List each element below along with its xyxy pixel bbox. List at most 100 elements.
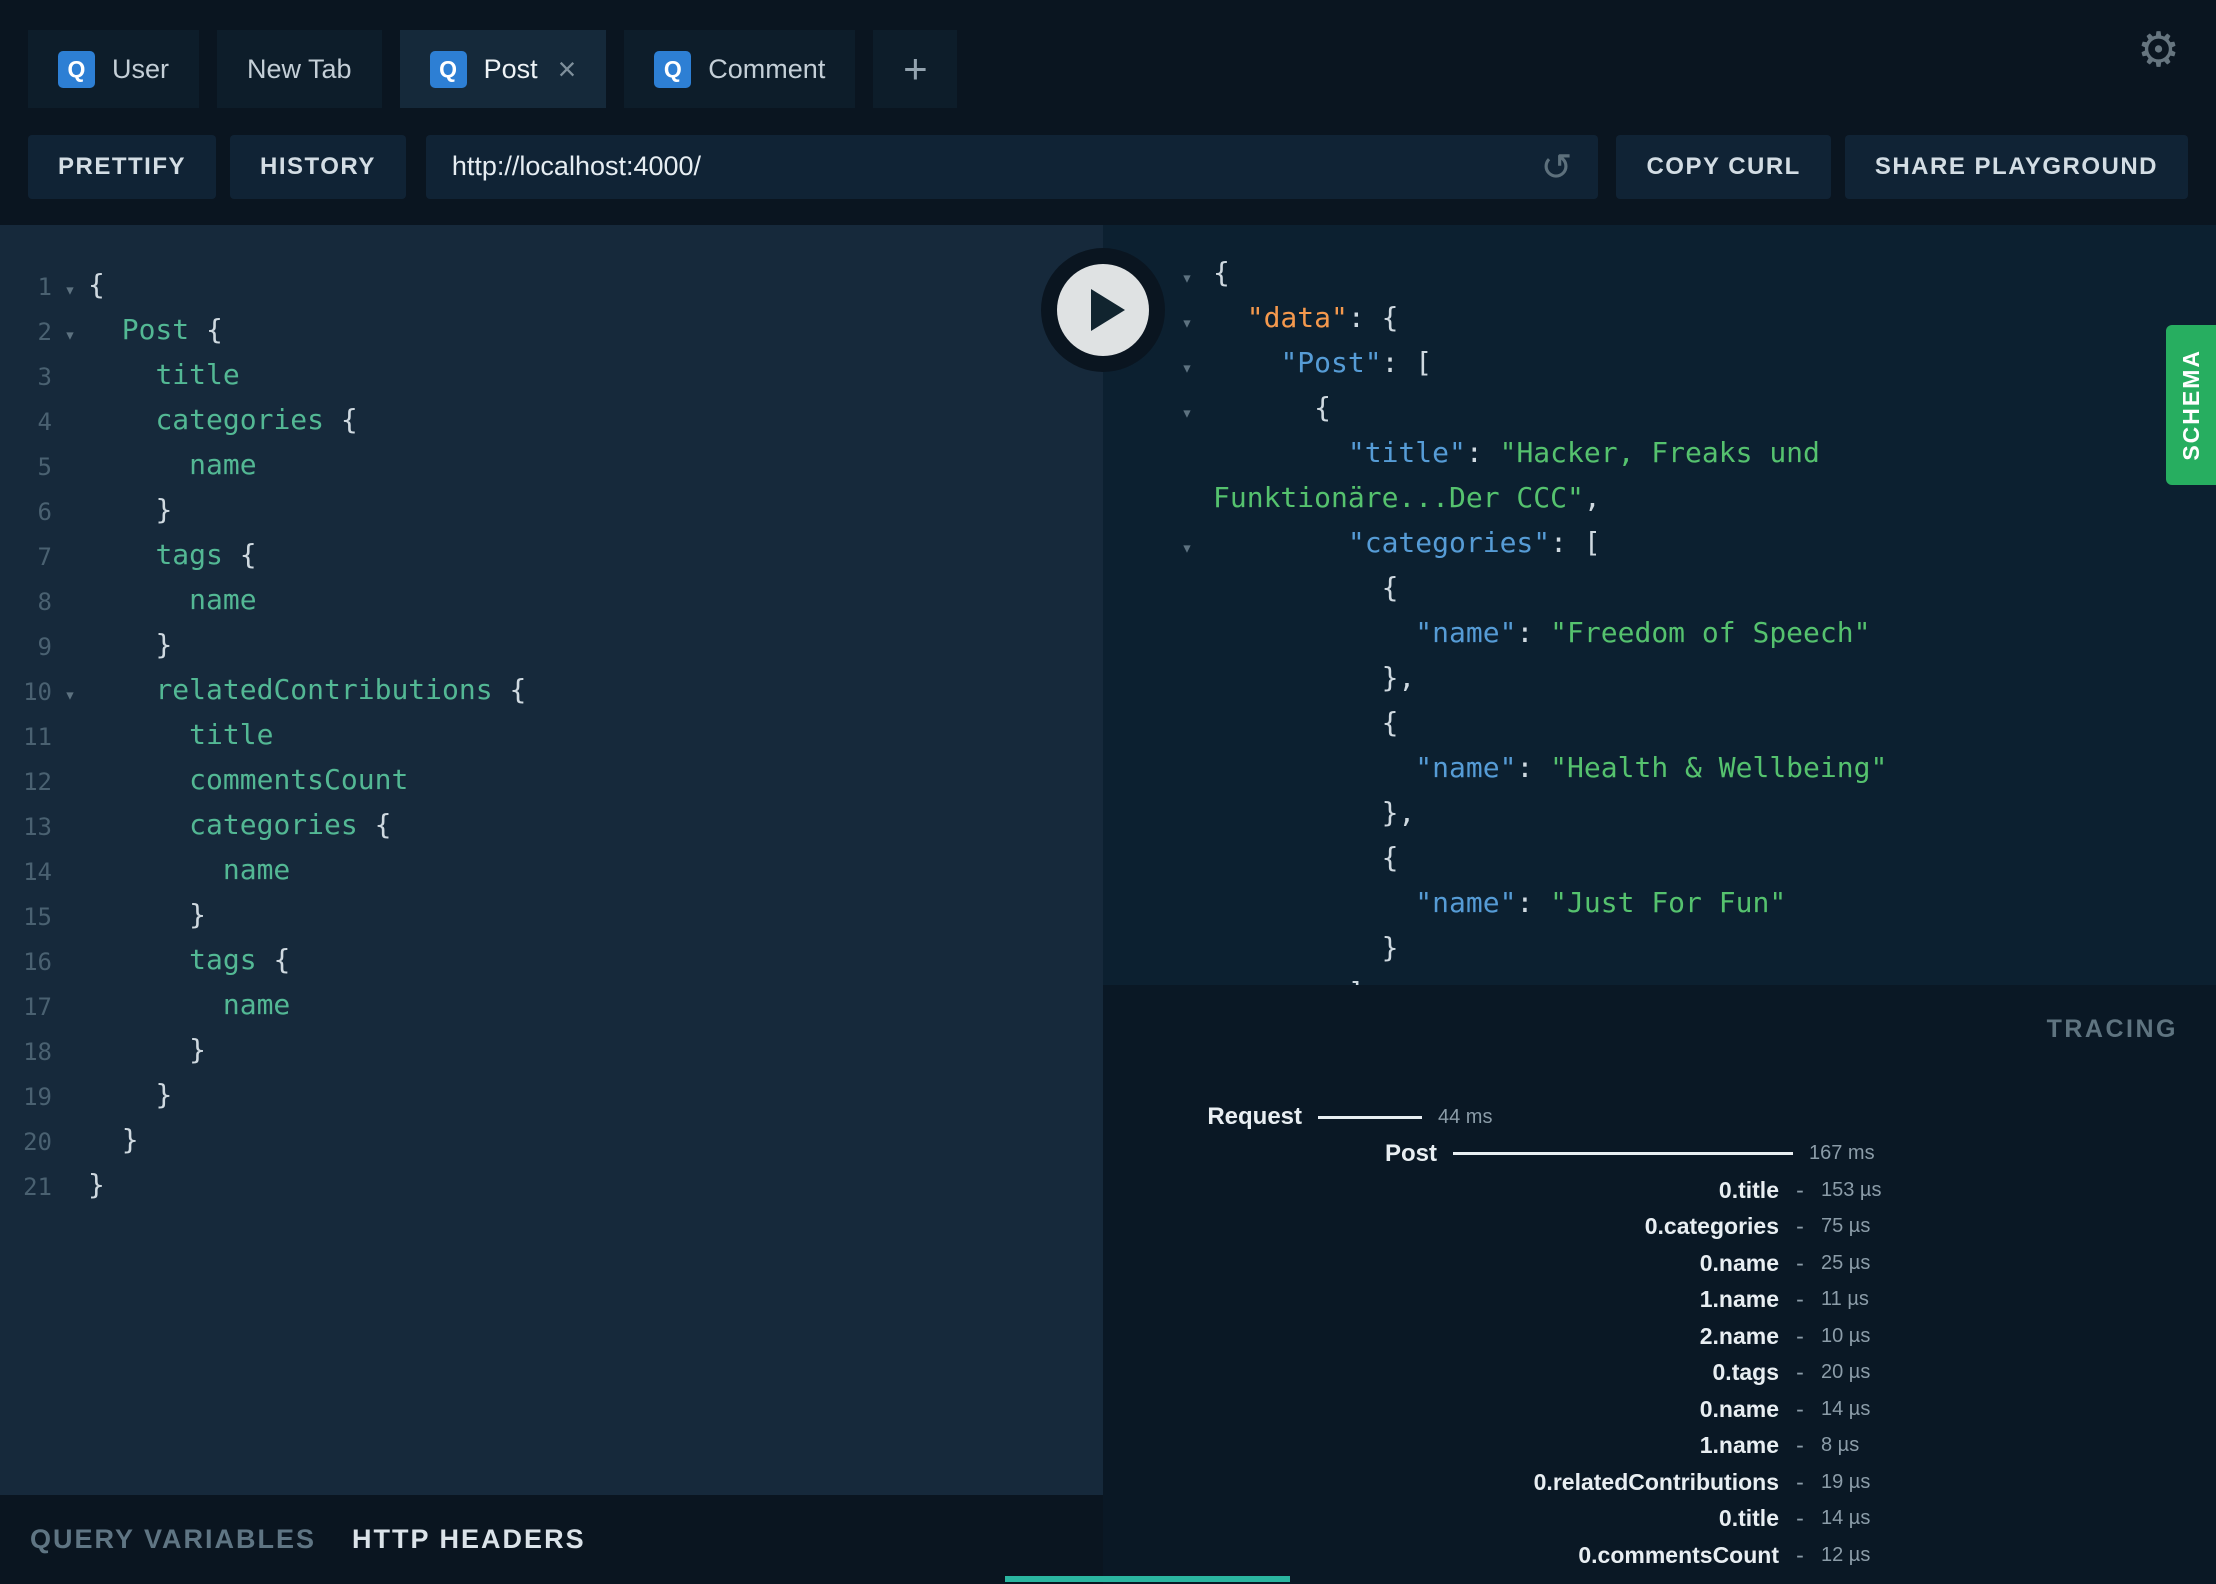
code-line: 9 } (0, 622, 1103, 667)
tracing-field-label: 0.categories (1644, 1213, 1779, 1240)
fold-arrow-icon[interactable]: ▾ (1161, 520, 1213, 571)
code-token: "Post" (1280, 346, 1382, 379)
response-pane[interactable]: ▾{▾ "data": {▾ "Post": [▾ { "title": "Ha… (1103, 225, 2216, 985)
code-text: "name": "Just For Fun" (1213, 880, 1786, 925)
tracing-field-row: 0.name -25 µs (1103, 1245, 2216, 1282)
tab-comment[interactable]: Q Comment (624, 30, 856, 108)
query-variables-tab[interactable]: QUERY VARIABLES (30, 1524, 316, 1555)
code-line: 16 tags { (0, 937, 1103, 982)
tracing-field-label: 0.title (1718, 1176, 1779, 1203)
tracing-span-label: Request (1207, 1103, 1302, 1131)
fold-arrow-icon[interactable]: ▾ (1161, 295, 1213, 346)
code-line: ] (1161, 970, 2216, 985)
tracing-time: 75 µs (1821, 1215, 1871, 1238)
code-text: name (88, 577, 257, 622)
code-text: "name": "Freedom of Speech" (1213, 610, 1870, 655)
tracing-field-label: 1.name (1699, 1286, 1779, 1313)
code-text: } (1213, 925, 1399, 970)
tracing-field-label: 2.name (1699, 1322, 1779, 1349)
code-token: name (189, 583, 257, 616)
prettify-button[interactable]: PRETTIFY (28, 134, 217, 199)
code-token: { (1381, 571, 1399, 604)
fold-gutter (52, 487, 88, 493)
code-line: 11 title (0, 712, 1103, 757)
tracing-field-row: 0.tags -20 µs (1103, 1355, 2216, 1392)
fold-gutter (52, 1117, 88, 1123)
fold-arrow-icon[interactable]: ▾ (1161, 385, 1213, 436)
code-line: "name": "Just For Fun" (1161, 880, 2216, 925)
tracing-field-row: 0.title -14 µs (1103, 1501, 2216, 1538)
fold-arrow-icon[interactable]: ▾ (52, 262, 88, 313)
line-number: 21 (23, 1173, 52, 1201)
execute-query-button[interactable] (1041, 248, 1165, 372)
code-line: 3 title (0, 352, 1103, 397)
tracing-field-row: 0.categories -75 µs (1103, 1209, 2216, 1246)
settings-gear-icon[interactable]: ⚙ (2137, 26, 2180, 74)
code-line: }, (1161, 790, 2216, 835)
close-tab-icon[interactable]: × (558, 53, 577, 85)
fold-arrow-icon[interactable]: ▾ (52, 667, 88, 718)
code-text: Post { (88, 307, 223, 352)
fold-gutter (52, 622, 88, 628)
code-token: : (1516, 886, 1551, 919)
tab-user[interactable]: Q User (28, 30, 200, 108)
tracing-pane[interactable]: TRACING Request 44 ms Post 167 ms 0.title -15… (1103, 985, 2216, 1584)
fold-gutter (1161, 565, 1213, 571)
fold-arrow-icon[interactable]: ▾ (52, 307, 88, 358)
fold-arrow-icon[interactable]: ▾ (1161, 250, 1213, 301)
code-text: }, (1213, 790, 1416, 835)
code-token: , (1583, 481, 1601, 514)
code-line: 5 name (0, 442, 1103, 487)
play-circle (1057, 264, 1149, 356)
share-playground-button[interactable]: SHARE PLAYGROUND (1844, 134, 2188, 199)
response-code: ▾{▾ "data": {▾ "Post": [▾ { "title": "Ha… (1103, 225, 2216, 985)
line-number: 15 (23, 903, 52, 931)
tracing-field-row: 0.relatedContributions -19 µs (1103, 1464, 2216, 1501)
fold-gutter (52, 442, 88, 448)
code-token: { (1213, 256, 1230, 289)
endpoint-url-input[interactable] (451, 151, 1525, 182)
line-number: 2 (37, 318, 52, 346)
http-headers-tab[interactable]: HTTP HEADERS (352, 1524, 586, 1555)
code-token: { (340, 403, 358, 436)
code-line: "name": "Health & Wellbeing" (1161, 745, 2216, 790)
tracing-field-row: 2.name -10 µs (1103, 1318, 2216, 1355)
code-token: : [ (1381, 346, 1433, 379)
reload-icon[interactable]: ↺ (1541, 148, 1573, 186)
line-number: 4 (37, 408, 52, 436)
tracing-field-label: 0.name (1699, 1249, 1779, 1276)
code-token: { (1381, 841, 1399, 874)
code-token: { (1381, 706, 1399, 739)
fold-gutter (52, 757, 88, 763)
tracing-field-row: 1.name -8 µs (1103, 1428, 2216, 1465)
code-token: } (1381, 931, 1399, 964)
code-token: { (239, 538, 257, 571)
fold-gutter (1161, 970, 1213, 976)
tab-post[interactable]: Q Post × (399, 30, 607, 108)
schema-side-tab[interactable]: SCHEMA (2166, 325, 2216, 485)
query-editor-pane[interactable]: 1 ▾{2 ▾ Post {3 title 4 categories {5 name 6… (0, 225, 1103, 1584)
code-token: "Hacker, Freaks und (1499, 436, 1820, 469)
fold-arrow-icon[interactable]: ▾ (1161, 340, 1213, 391)
history-button[interactable]: HISTORY (230, 134, 406, 199)
code-text: name (88, 442, 256, 487)
code-text: } (88, 1027, 206, 1072)
code-token: } (121, 1123, 139, 1156)
tab-new-tab[interactable]: New Tab (217, 30, 382, 108)
line-number: 12 (23, 768, 52, 796)
tracing-field-row: 0.name -14 µs (1103, 1391, 2216, 1428)
copy-curl-button[interactable]: COPY CURL (1616, 134, 1831, 199)
add-tab-button[interactable]: + (873, 30, 958, 108)
